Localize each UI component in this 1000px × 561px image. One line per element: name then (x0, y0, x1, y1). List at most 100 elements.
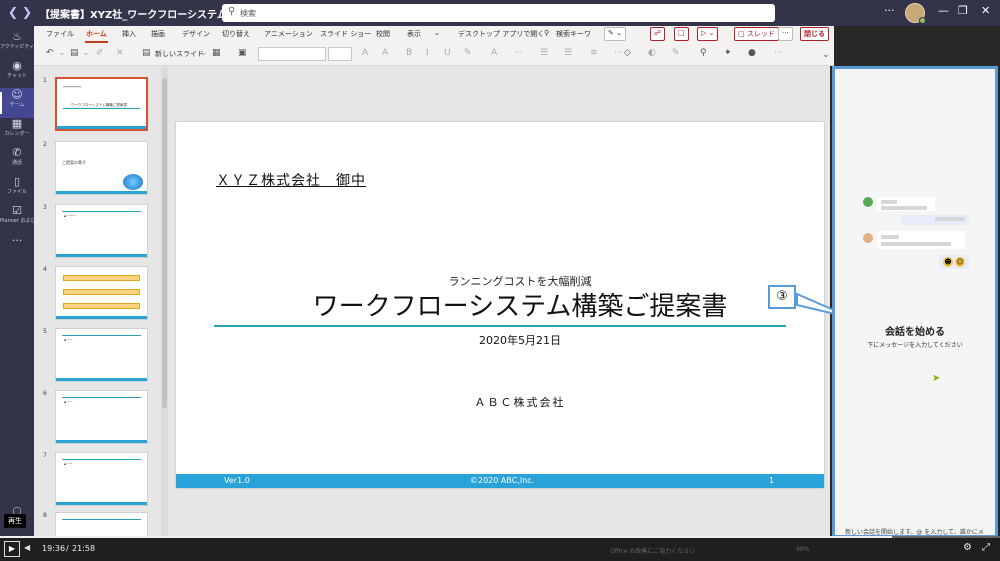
undo-dropdown-icon[interactable]: ⌄ (58, 48, 66, 58)
thumbnail-slide-7[interactable]: ▪ ─── (55, 452, 148, 506)
rail-activity[interactable]: ♨ アクティビティ (0, 30, 34, 60)
maximize-icon[interactable]: ❐ (958, 4, 968, 17)
search-icon: ⚲ (228, 6, 236, 17)
thumb-line: ▪ ─── (64, 400, 73, 404)
rail-more[interactable]: ··· (0, 234, 34, 264)
format-painter-icon[interactable]: ✐ (96, 48, 104, 58)
shape-outline-icon[interactable]: ✎ (672, 48, 680, 58)
rail-planner[interactable]: ☑ Planner および… (0, 204, 34, 234)
paste-dropdown-icon[interactable]: ⌄ (82, 48, 90, 58)
calendar-icon: ▦ (11, 117, 23, 130)
dictate-icon[interactable]: ● (748, 48, 756, 58)
slide-title: ワークフローシステム構築ご提案書 (312, 292, 728, 322)
slide-canvas: ＸＹＺ株式会社 御中 ランニングコストを大幅削減 ワークフローシステム構築ご提案… (170, 66, 830, 536)
tabs-chevron-icon[interactable]: ⌄ (434, 29, 440, 37)
thumb-footer (56, 191, 147, 194)
close-file-button[interactable]: 閉じる (800, 27, 829, 41)
more-options-button[interactable]: ··· (884, 4, 895, 17)
align-icon[interactable]: ≡ (590, 48, 598, 58)
thumbnail-slide-8[interactable] (55, 512, 148, 536)
more-paragraph-icon[interactable]: ··· (614, 48, 623, 58)
undo-icon[interactable]: ↶ (46, 48, 54, 58)
placeholder-line (881, 235, 899, 239)
toolbar-more-icon[interactable]: ··· (774, 48, 783, 58)
thumbnail-slide-1[interactable]: ━━━━━━━━━━ ワークフローシステム構築ご提案書 (55, 77, 148, 131)
thumbnail-slide-2[interactable]: ご提案の骨子 (55, 141, 148, 195)
layout-icon[interactable]: ▦ (212, 48, 221, 58)
thumbnail-slide-3[interactable]: ▪ ───── (55, 204, 148, 258)
app-rail: ♨ アクティビティ ◉ チャット ☺ チーム ▦ カレンダー ✆ 通話 ▯ ファ… (0, 26, 34, 536)
chat-compose-hint[interactable]: 新しい会話を開始します。@ を入力して、誰かにメ (845, 527, 995, 535)
tab-review[interactable]: 校閲 (376, 29, 390, 39)
ribbon-collapse-icon[interactable]: ⌄ (822, 50, 830, 60)
paste-icon[interactable]: ▤ (70, 48, 79, 58)
minimize-icon[interactable]: — (938, 4, 949, 17)
shrink-font-icon[interactable]: A (382, 48, 388, 58)
volume-icon[interactable]: ◀ (24, 543, 30, 552)
find-icon[interactable]: ⚲ (700, 48, 707, 58)
more-font-icon[interactable]: ··· (514, 48, 523, 58)
present-icon[interactable]: ▷ ⌄ (697, 27, 719, 41)
slide[interactable]: ＸＹＺ株式会社 御中 ランニングコストを大幅削減 ワークフローシステム構築ご提案… (176, 122, 824, 488)
scrollbar-thumb[interactable] (162, 78, 167, 408)
settings-icon[interactable]: ⚙ (963, 542, 972, 553)
rail-calendar[interactable]: ▦ カレンダー (0, 117, 34, 147)
thumb-footer (56, 502, 147, 505)
thumb-number: 2 (43, 141, 47, 148)
edit-mode-button[interactable]: ✎ ⌄ (604, 27, 626, 41)
grow-font-icon[interactable]: A (362, 48, 368, 58)
thread-button[interactable]: □ スレッド (734, 27, 779, 41)
share-icon[interactable]: ☍ (650, 27, 666, 41)
tab-view[interactable]: 表示 (407, 29, 421, 39)
tell-me-search[interactable]: 検索キーワ (556, 29, 591, 39)
tab-design[interactable]: デザイン (182, 29, 210, 39)
thumbnail-slide-6[interactable]: ▪ ─── (55, 390, 148, 444)
new-slide-button[interactable]: 新しいスライド (155, 49, 204, 59)
title-bar: ❮ ❯ 【提案書】XYZ社_ワークフローシステム_Ver... ⚲ 検索 ···… (0, 0, 1000, 26)
rail-chat[interactable]: ◉ チャット (0, 59, 34, 89)
ribbon-more-button[interactable]: ··· (778, 27, 793, 41)
shapes-icon[interactable]: ◇ (624, 48, 631, 58)
font-size-select[interactable] (328, 47, 352, 61)
progress-track[interactable] (0, 536, 1000, 538)
delete-icon[interactable]: ✕ (116, 48, 124, 58)
tab-draw[interactable]: 描画 (151, 29, 165, 39)
open-desktop-button[interactable]: デスクトップ アプリで開く (458, 29, 544, 39)
fullscreen-icon[interactable]: ⤢ (982, 542, 990, 553)
tab-insert[interactable]: 挿入 (122, 29, 136, 39)
forward-icon[interactable]: ❯ (22, 5, 32, 19)
rail-teams[interactable]: ☺ チーム (0, 88, 34, 118)
numbering-icon[interactable]: ☰ (564, 48, 572, 58)
rail-planner-label: Planner および… (0, 218, 34, 224)
tab-slideshow[interactable]: スライド ショー (320, 29, 371, 39)
user-avatar[interactable] (905, 3, 926, 24)
highlight-icon[interactable]: ✎ (464, 48, 472, 58)
play-button[interactable]: ▶ (4, 541, 20, 557)
tab-file[interactable]: ファイル (46, 29, 74, 39)
thumbnail-slide-4[interactable] (55, 266, 148, 320)
search-box[interactable]: ⚲ 検索 (222, 4, 775, 22)
thumbnail-scrollbar[interactable] (161, 66, 168, 536)
rail-calls[interactable]: ✆ 通話 (0, 146, 34, 176)
bullets-icon[interactable]: ☰ (540, 48, 548, 58)
close-window-icon[interactable]: ✕ (981, 4, 990, 17)
comments-icon[interactable]: □ (674, 27, 689, 41)
font-color-icon[interactable]: A (491, 48, 497, 58)
thumbnail-slide-5[interactable]: ▪ ─── (55, 328, 148, 382)
italic-icon[interactable]: I (426, 48, 429, 58)
thumb-rule (62, 335, 141, 336)
new-slide-icon[interactable]: ▤ (142, 48, 151, 58)
bold-icon[interactable]: B (406, 48, 412, 58)
image-icon[interactable]: ▣ (238, 48, 247, 58)
back-icon[interactable]: ❮ (8, 5, 18, 19)
font-family-select[interactable] (258, 47, 326, 61)
shape-fill-icon[interactable]: ◐ (648, 48, 656, 58)
designer-icon[interactable]: ✦ (724, 48, 732, 58)
placeholder-avatar (863, 197, 873, 207)
tab-animations[interactable]: アニメーション (264, 29, 313, 39)
tab-transitions[interactable]: 切り替え (222, 29, 250, 39)
underline-icon[interactable]: U (444, 48, 451, 58)
new-slide-dropdown-icon[interactable]: ⌄ (200, 48, 208, 58)
rail-files[interactable]: ▯ ファイル (0, 175, 34, 205)
tab-home[interactable]: ホーム (85, 29, 108, 43)
